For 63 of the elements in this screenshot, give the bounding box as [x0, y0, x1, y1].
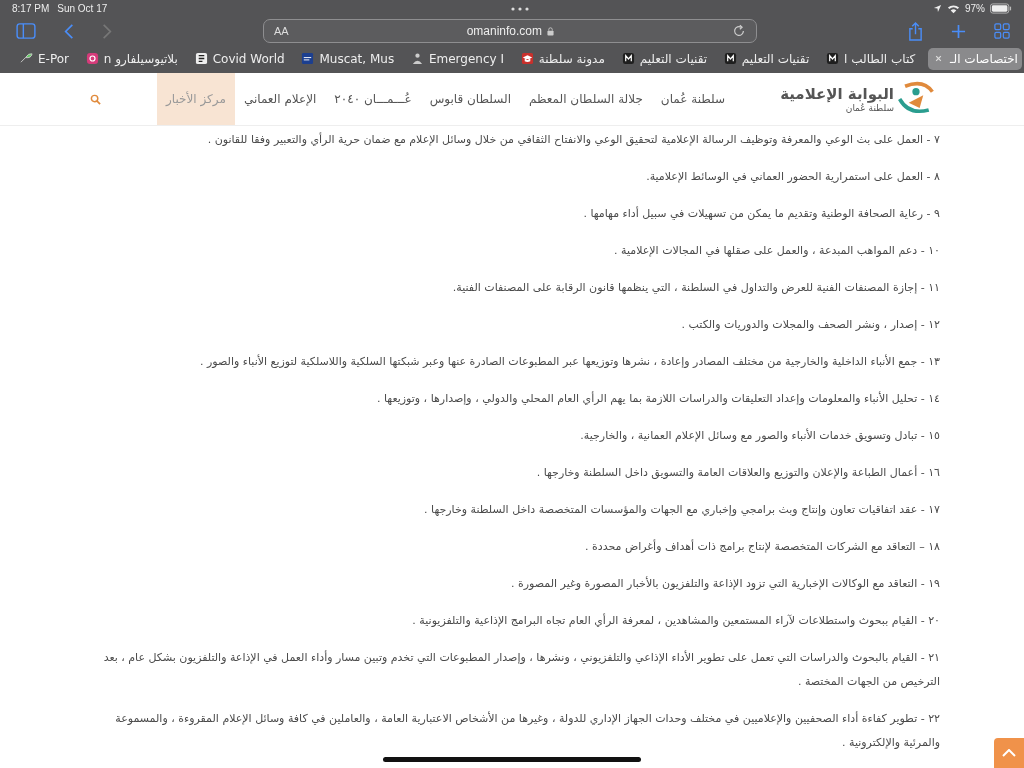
sidebar-icon[interactable] [16, 23, 36, 40]
scroll-top-button[interactable] [994, 738, 1024, 768]
plus-icon[interactable] [951, 23, 966, 39]
forward-icon[interactable] [102, 22, 112, 40]
list-paragraph: ٢٠ - القيام ببحوث واستطلاعات لآراء المستمعين والمشاهدين ، لمعرفة الرأي العام تجاه البرامج الإذاعية والتلفزيونية . [411, 612, 940, 629]
list-paragraph: ٧ - العمل على بث الوعي والمعرفة وتوظيف الرسالة الإعلامية لتحقيق الوعي والانفتاح الثقافي من خلال وسائل الإعلام مع ضمان حرية الرأي والتعبير وفقا للقانون . [206, 131, 940, 148]
reload-icon[interactable] [732, 24, 746, 39]
person-icon [410, 52, 424, 66]
url-text: omaninfo.com [466, 24, 543, 39]
letter-icon [826, 52, 840, 66]
tabs-grid-icon[interactable] [994, 23, 1010, 40]
leaf-icon [20, 52, 33, 66]
logo-subtitle: سلطنة عُمان [845, 103, 894, 113]
list-paragraph: ٨ - العمل على استمرارية الحضور العماني في الوسائط الإعلامية. [645, 169, 940, 185]
list-paragraph: ١٦ - أعمال الطباعة والإعلان والتوزيع والعلاقات العامة والتسويق داخل السلطنة وخارجها . [535, 464, 940, 481]
nav-link[interactable]: الإعلام العماني [234, 73, 326, 125]
location-icon [932, 4, 942, 14]
bookmark-tab[interactable]: مدونة سلطنة [516, 47, 609, 70]
logo-title[interactable]: البوابة الإعلامية [780, 85, 894, 103]
address-bar[interactable]: AA omaninfo.com [263, 19, 757, 44]
list-paragraph: ١٠ - دعم المواهب المبدعة ، والعمل على صقلها في المجالات الإعلامية . [613, 243, 940, 259]
bookmark-tab[interactable]: اختصاصات الـ [928, 47, 1022, 70]
back-icon[interactable] [64, 22, 74, 40]
bookmark-tab[interactable]: تقنيات التعليم [719, 47, 814, 70]
share-icon[interactable] [908, 21, 923, 41]
wifi-icon [946, 3, 960, 14]
chevron-up-icon[interactable] [1002, 749, 1016, 757]
bookmark-tab[interactable]: بلاتيوسيلفارو n [81, 47, 182, 70]
battery-percent: 97% [964, 3, 985, 15]
news-icon [301, 52, 315, 66]
status-date: Sun Oct 17 [57, 3, 108, 15]
bookmark-tab[interactable]: تقنيات التعليم [617, 47, 712, 70]
newspaper-icon [194, 52, 208, 66]
list-paragraph: ٩ - رعاية الصحافة الوطنية وتقديم ما يمكن من تسهيلات في سبيل أداء مهامها . [582, 205, 940, 222]
more-dots-icon [510, 6, 531, 11]
bookmark-tab[interactable]: E-Por [16, 47, 73, 70]
bookmark-tab[interactable]: كتاب الطالب ا [822, 47, 920, 70]
nav-link[interactable]: عُـــمـــان ٢٠٤٠ [325, 73, 421, 125]
bookmark-tab[interactable]: Muscat, Mus [297, 47, 399, 70]
list-paragraph: ١٥ - تبادل وتسويق خدمات الأنباء والصور مع وسائل الإعلام العمانية ، والخارجية. [579, 427, 940, 444]
list-paragraph: ١٤ - تحليل الأنباء والمعلومات وإعداد التعليقات والدراسات اللازمة بما يهم الرأي العام المحلي والدولي ، وإصدارها ، وتوزيعها . [375, 390, 940, 407]
graduation-cap-icon [520, 52, 534, 66]
list-paragraph: ٢١ - القيام بالبحوث والدراسات التي تعمل على تطوير الأداء الإذاعي والتلفزيوني ، ونشرها ، وإصدار المطبوعات التي تخدم وتبين مسار وأداء العمل في الإذاعة والتلفزيون بشكل عام ، بعد الترخيص من الجهات المختصة . [102, 649, 940, 690]
nav-link[interactable]: السلطان قابوس [420, 73, 520, 125]
bookmark-tab[interactable]: Emergency I [406, 47, 508, 70]
nav-link[interactable]: سلطنة عُمان [651, 73, 735, 125]
list-paragraph: ١٣ - جمع الأنباء الداخلية والخارجية من مختلف المصادر وإعادة ، نشرها وتوزيعها عبر المطبوعات الصادرة عنها وعبر شبكتها السلكية واللاسلكية لتوزيع الأنباء والصور . [199, 353, 940, 370]
list-paragraph: ١٨ – التعاقد مع الشركات المتخصصة لإنتاج برامج ذات أهداف وأغراض محددة . [584, 538, 940, 555]
letter-icon [621, 52, 635, 66]
nav-link[interactable]: جلالة السلطان المعظم [520, 73, 652, 125]
letter-icon [723, 52, 737, 66]
bookmark-tab[interactable]: Covid World [190, 47, 289, 70]
camera-icon [85, 52, 99, 66]
battery-icon [990, 3, 1012, 15]
lock-icon [547, 26, 555, 36]
list-paragraph: ١١ - إجازة المصنفات الفنية للعرض والتداول في السلطنة ، التي ينظمها قانون الرقابة على المصنفات الفنية. [451, 280, 940, 296]
list-paragraph: ١٧ - عقد اتفاقيات تعاون وإنتاج وبث برامجي وإخباري مع الجهات والمؤسسات المتخصصة داخل السلطنة وخارجها . [423, 502, 940, 518]
list-paragraph: ١٩ - التعاقد مع الوكالات الإخبارية التي تزود الإذاعة والتلفزيون بالأخبار المصورة وغير المصورة . [510, 575, 940, 592]
list-paragraph: ٢٢ - تطوير كفاءة أداء الصحفيين والإعلاميين في مختلف وحدات الجهاز الإداري للدولة ، وغيرها من الأشخاص الاعتبارية العامة ، والعاملين في كافة وسائل الإعلام المقروءة ، والمسموعة والمرئية والإلكترونية . [114, 710, 940, 751]
search-icon[interactable] [90, 93, 101, 105]
text-size-button[interactable]: AA [274, 25, 289, 38]
status-time: 8:17 PM [12, 3, 50, 15]
list-paragraph: ١٢ - إصدار ، ونشر الصحف والمجلات والدوريات والكتب . [680, 317, 940, 333]
